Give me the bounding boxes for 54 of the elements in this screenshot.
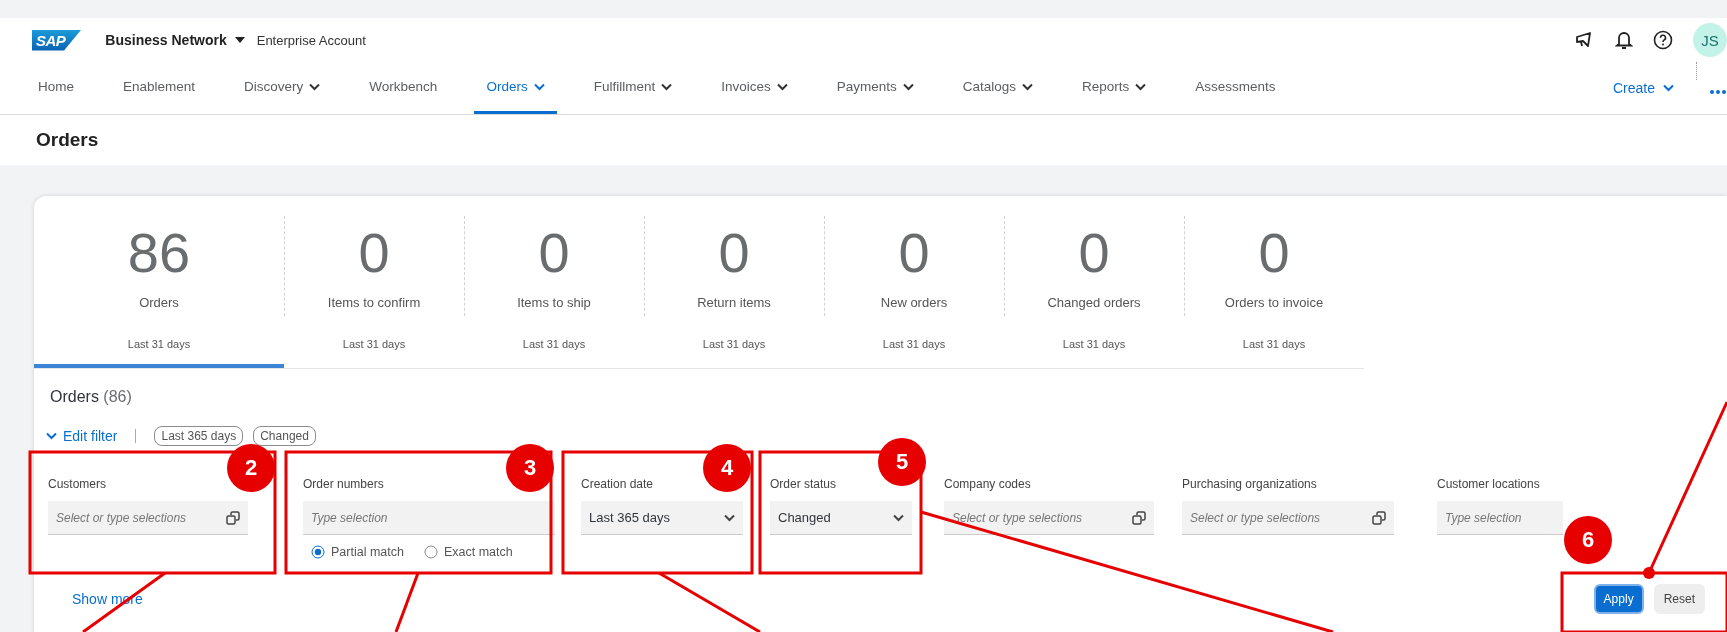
user-avatar[interactable]: JS	[1693, 23, 1727, 57]
dropdown[interactable]: Changed	[770, 501, 912, 535]
chevron-down-icon	[893, 513, 904, 522]
copy-icon[interactable]	[1132, 510, 1146, 525]
kpi-tile[interactable]: 0 Items to ship Last 31 days	[464, 196, 644, 368]
kpi-tile[interactable]: 0 Orders to invoice Last 31 days	[1184, 196, 1364, 368]
help-icon[interactable]	[1653, 30, 1673, 50]
logo[interactable]: SAP	[32, 29, 82, 51]
dropdown[interactable]: Last 365 days	[581, 501, 743, 535]
field-label: Purchasing organizations	[1182, 477, 1318, 491]
edit-filter-link[interactable]: Edit filter	[46, 428, 118, 444]
bell-icon[interactable]	[1615, 30, 1633, 50]
nav-tab[interactable]: Catalogs	[950, 62, 1046, 114]
text-field[interactable]: Type selection	[1437, 501, 1563, 535]
copy-icon[interactable]	[226, 510, 240, 525]
filter-chip: Last 365 days	[154, 426, 244, 446]
apply-button[interactable]: Apply	[1593, 584, 1644, 614]
list-title: Orders (86)	[50, 388, 133, 406]
kpi-tile[interactable]: 0 New orders Last 31 days	[824, 196, 1004, 368]
selection-field[interactable]: Select or type selections	[48, 501, 248, 535]
chevron-down-icon	[1663, 84, 1674, 92]
nav-tab[interactable]: Payments	[824, 62, 926, 114]
chevron-down-icon	[724, 513, 735, 522]
nav-tab[interactable]: Reports	[1070, 62, 1159, 114]
kpi-tile[interactable]: 0 Return items Last 31 days	[644, 196, 824, 368]
field-label: Order status	[770, 477, 838, 491]
nav-tab[interactable]: Discovery	[232, 62, 333, 114]
copy-icon[interactable]	[1372, 510, 1386, 525]
kpi-tile[interactable]: 0 Changed orders Last 31 days	[1004, 196, 1184, 368]
kpi-tile[interactable]: 86 Orders Last 31 days	[34, 196, 284, 368]
nav-tab[interactable]: Home	[26, 62, 86, 114]
reset-button[interactable]: Reset	[1653, 584, 1705, 614]
radio-icon[interactable]	[423, 545, 438, 559]
account-name: Enterprise Account	[256, 32, 366, 48]
leader-line	[394, 572, 420, 632]
chevron-down-icon	[46, 432, 57, 440]
nav-tab[interactable]: Workbench	[357, 62, 450, 114]
field-label: Customers	[48, 477, 107, 491]
nav-tab[interactable]: Assessments	[1183, 62, 1288, 114]
caret-icon[interactable]	[234, 37, 245, 43]
field-label: Customer locations	[1437, 477, 1541, 491]
kpi-tile[interactable]: 0 Items to confirm Last 31 days	[284, 196, 464, 368]
page-title: Orders	[36, 129, 99, 151]
nav-tab[interactable]: Fulfillment	[581, 62, 685, 114]
create-menu[interactable]: Create	[1612, 62, 1674, 114]
product-name[interactable]: Business Network	[105, 32, 227, 48]
field-label: Creation date	[581, 477, 655, 491]
radio-icon[interactable]	[311, 545, 325, 559]
selection-field[interactable]: Select or type selections	[1182, 501, 1394, 535]
field-label: Company codes	[944, 477, 1032, 491]
nav-tab[interactable]: Invoices	[709, 62, 800, 114]
nav-tab[interactable]: Enablement	[111, 62, 208, 114]
field-label: Order numbers	[303, 477, 385, 491]
text-field[interactable]: Type selection	[303, 501, 555, 535]
